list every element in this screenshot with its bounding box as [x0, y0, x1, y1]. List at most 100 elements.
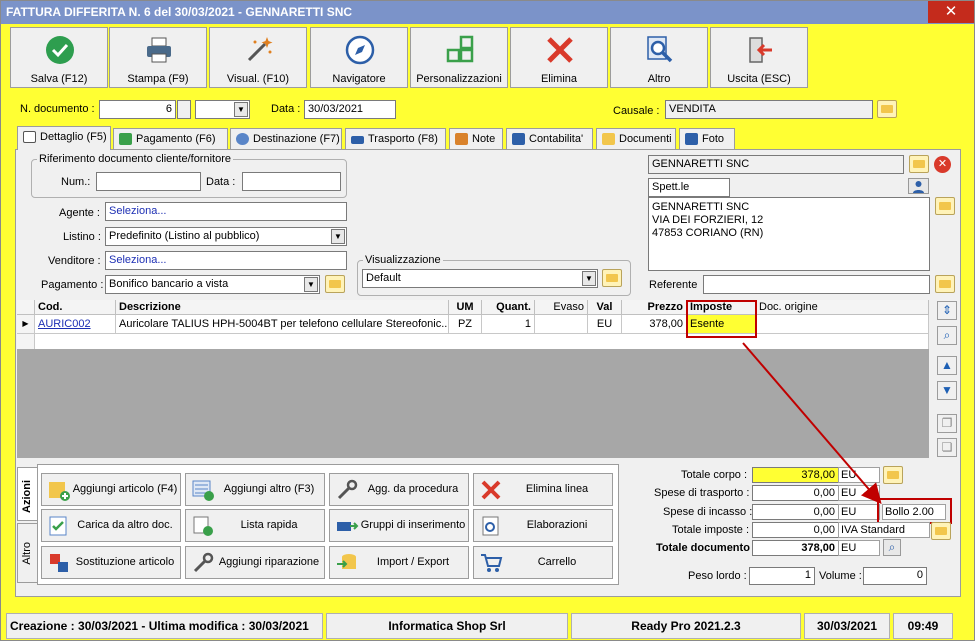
customer-folder-icon[interactable]	[909, 155, 929, 173]
window-close-button[interactable]: ✕	[928, 1, 974, 23]
spese-trasporto-value[interactable]: 0,00	[752, 485, 839, 501]
customer-address-field[interactable]: GENNARETTI SNC VIA DEI FORZIERI, 12 4785…	[648, 197, 930, 271]
chevron-down-icon: ▼	[234, 102, 248, 117]
pagamento-label: Pagamento :	[41, 279, 103, 291]
table-cell-evaso[interactable]	[535, 315, 588, 333]
referente-input[interactable]	[703, 275, 930, 294]
agente-select[interactable]: Seleziona...	[105, 202, 347, 221]
new-row[interactable]	[35, 333, 929, 349]
ndoc-suffix-button[interactable]	[177, 100, 191, 119]
updown-arrows-icon[interactable]: ⇕	[937, 301, 957, 320]
search-icon[interactable]: ⌕	[937, 326, 957, 345]
add-from-procedure-button[interactable]: Agg. da procedura	[329, 473, 469, 506]
series-select[interactable]: ▼	[195, 100, 250, 119]
referente-label: Referente	[649, 279, 697, 291]
customer-name-field[interactable]: GENNARETTI SNC	[648, 155, 904, 174]
side-tab-azioni[interactable]: Azioni	[17, 467, 38, 521]
totals-folder-icon[interactable]	[883, 466, 903, 484]
exit-button[interactable]: Uscita (ESC)	[710, 27, 808, 88]
contact-card-icon[interactable]	[908, 178, 929, 194]
row-selector-icon[interactable]: ▶	[17, 315, 35, 333]
search-icon[interactable]: ⌕	[883, 539, 901, 556]
add-article-button[interactable]: Aggiungi articolo (F4)	[41, 473, 181, 506]
address-folder-icon[interactable]	[935, 197, 955, 215]
ref-date-input[interactable]	[242, 172, 341, 191]
spese-incasso-value[interactable]: 0,00	[752, 504, 839, 520]
save-button[interactable]: Salva (F12)	[10, 27, 108, 88]
referente-folder-icon[interactable]	[935, 275, 955, 293]
arrow-up-icon[interactable]: ▲	[937, 356, 957, 375]
visualizzazione-select[interactable]: Default▼	[362, 269, 598, 288]
ref-num-input[interactable]	[96, 172, 201, 191]
tab-dettaglio[interactable]: Dettaglio (F5)	[17, 126, 111, 150]
copy-row-icon[interactable]: ❐	[937, 414, 957, 433]
table-cell-doc-origine[interactable]	[756, 315, 929, 333]
col-header-val[interactable]: Val	[588, 300, 622, 315]
load-from-doc-button[interactable]: Carica da altro doc.	[41, 509, 181, 542]
paste-row-icon[interactable]: ❏	[937, 438, 957, 457]
pagamento-select[interactable]: Bonifico bancario a vista ▼	[105, 275, 320, 294]
table-cell-quant[interactable]: 1	[482, 315, 535, 333]
col-header-um[interactable]: UM	[449, 300, 482, 315]
add-other-button[interactable]: Aggiungi altro (F3)	[185, 473, 325, 506]
pagamento-folder-icon[interactable]	[325, 275, 345, 293]
table-cell-cod[interactable]: AURIC002	[35, 315, 116, 333]
tab-pagamento[interactable]: Pagamento (F6)	[113, 128, 228, 150]
col-header-doc-origine[interactable]: Doc. origine	[756, 300, 929, 315]
col-header-evaso[interactable]: Evaso	[535, 300, 588, 315]
col-header-descrizione[interactable]: Descrizione	[116, 300, 449, 315]
tab-documenti[interactable]: Documenti	[596, 128, 676, 150]
table-cell-prezzo[interactable]: 378,00	[622, 315, 687, 333]
tab-destinazione[interactable]: Destinazione (F7)	[230, 128, 342, 150]
tab-note[interactable]: Note	[449, 128, 503, 150]
col-header-quant[interactable]: Quant.	[482, 300, 535, 315]
table-cell-val[interactable]: EU	[588, 315, 622, 333]
grid-header-indicator	[17, 300, 35, 315]
grid-layout-icon	[444, 34, 476, 66]
chevron-down-icon: ▼	[304, 277, 318, 292]
customizations-button[interactable]: Personalizzazioni	[410, 27, 508, 88]
table-cell-um[interactable]: PZ	[449, 315, 482, 333]
side-tab-altro[interactable]: Altro	[17, 523, 38, 583]
import-export-button[interactable]: Import / Export	[329, 546, 469, 579]
delete-button[interactable]: Elimina	[510, 27, 608, 88]
listino-select[interactable]: Predefinito (Listino al pubblico)▼	[105, 227, 347, 246]
replace-article-button[interactable]: Sostituzione articolo	[41, 546, 181, 579]
print-button[interactable]: Stampa (F9)	[109, 27, 207, 88]
cart-button[interactable]: Carrello	[473, 546, 613, 579]
customer-clear-icon[interactable]: ✕	[934, 156, 951, 173]
payment-icon	[119, 133, 132, 145]
visualizzazione-folder-icon[interactable]	[602, 269, 622, 287]
delete-line-button[interactable]: Elimina linea	[473, 473, 613, 506]
tab-foto[interactable]: Foto	[679, 128, 735, 150]
repair-icon	[191, 551, 215, 575]
venditore-select[interactable]: Seleziona...	[105, 251, 347, 270]
riferimento-legend: Riferimento documento cliente/fornitore	[37, 153, 233, 165]
tab-trasporto[interactable]: Trasporto (F8)	[345, 128, 446, 150]
preview-button[interactable]: Visual. (F10)	[209, 27, 307, 88]
navigator-button[interactable]: Navigatore	[310, 27, 408, 88]
date-input[interactable]: 30/03/2021	[304, 100, 396, 119]
peso-lordo-input[interactable]: 1	[749, 567, 815, 585]
add-repair-button[interactable]: Aggiungi riparazione	[185, 546, 325, 579]
quick-list-icon	[191, 514, 215, 538]
volume-input[interactable]: 0	[863, 567, 927, 585]
ndoc-input[interactable]: 6	[99, 100, 176, 119]
table-cell-descrizione[interactable]: Auricolare TALIUS HPH-5004BT per telefon…	[116, 315, 449, 333]
salutation-field[interactable]: Spett.le	[648, 178, 730, 197]
status-time: 09:49	[893, 613, 953, 639]
col-header-cod[interactable]: Cod.	[35, 300, 116, 315]
processing-button[interactable]: Elaborazioni	[473, 509, 613, 542]
col-header-prezzo[interactable]: Prezzo	[622, 300, 687, 315]
save-check-icon	[44, 34, 76, 66]
causale-folder-icon[interactable]	[877, 100, 897, 118]
pagamento-value: Bonifico bancario a vista	[109, 278, 228, 290]
causale-input[interactable]: VENDITA	[665, 100, 873, 119]
bollo-highlight	[877, 498, 952, 524]
arrow-down-icon[interactable]: ▼	[937, 381, 957, 400]
other-button[interactable]: Altro	[610, 27, 708, 88]
tab-contabilita[interactable]: Contabilita'	[506, 128, 593, 150]
insert-groups-button[interactable]: Gruppi di inserimento	[329, 509, 469, 542]
iva-folder-icon[interactable]	[931, 522, 951, 540]
quick-list-button[interactable]: Lista rapida	[185, 509, 325, 542]
